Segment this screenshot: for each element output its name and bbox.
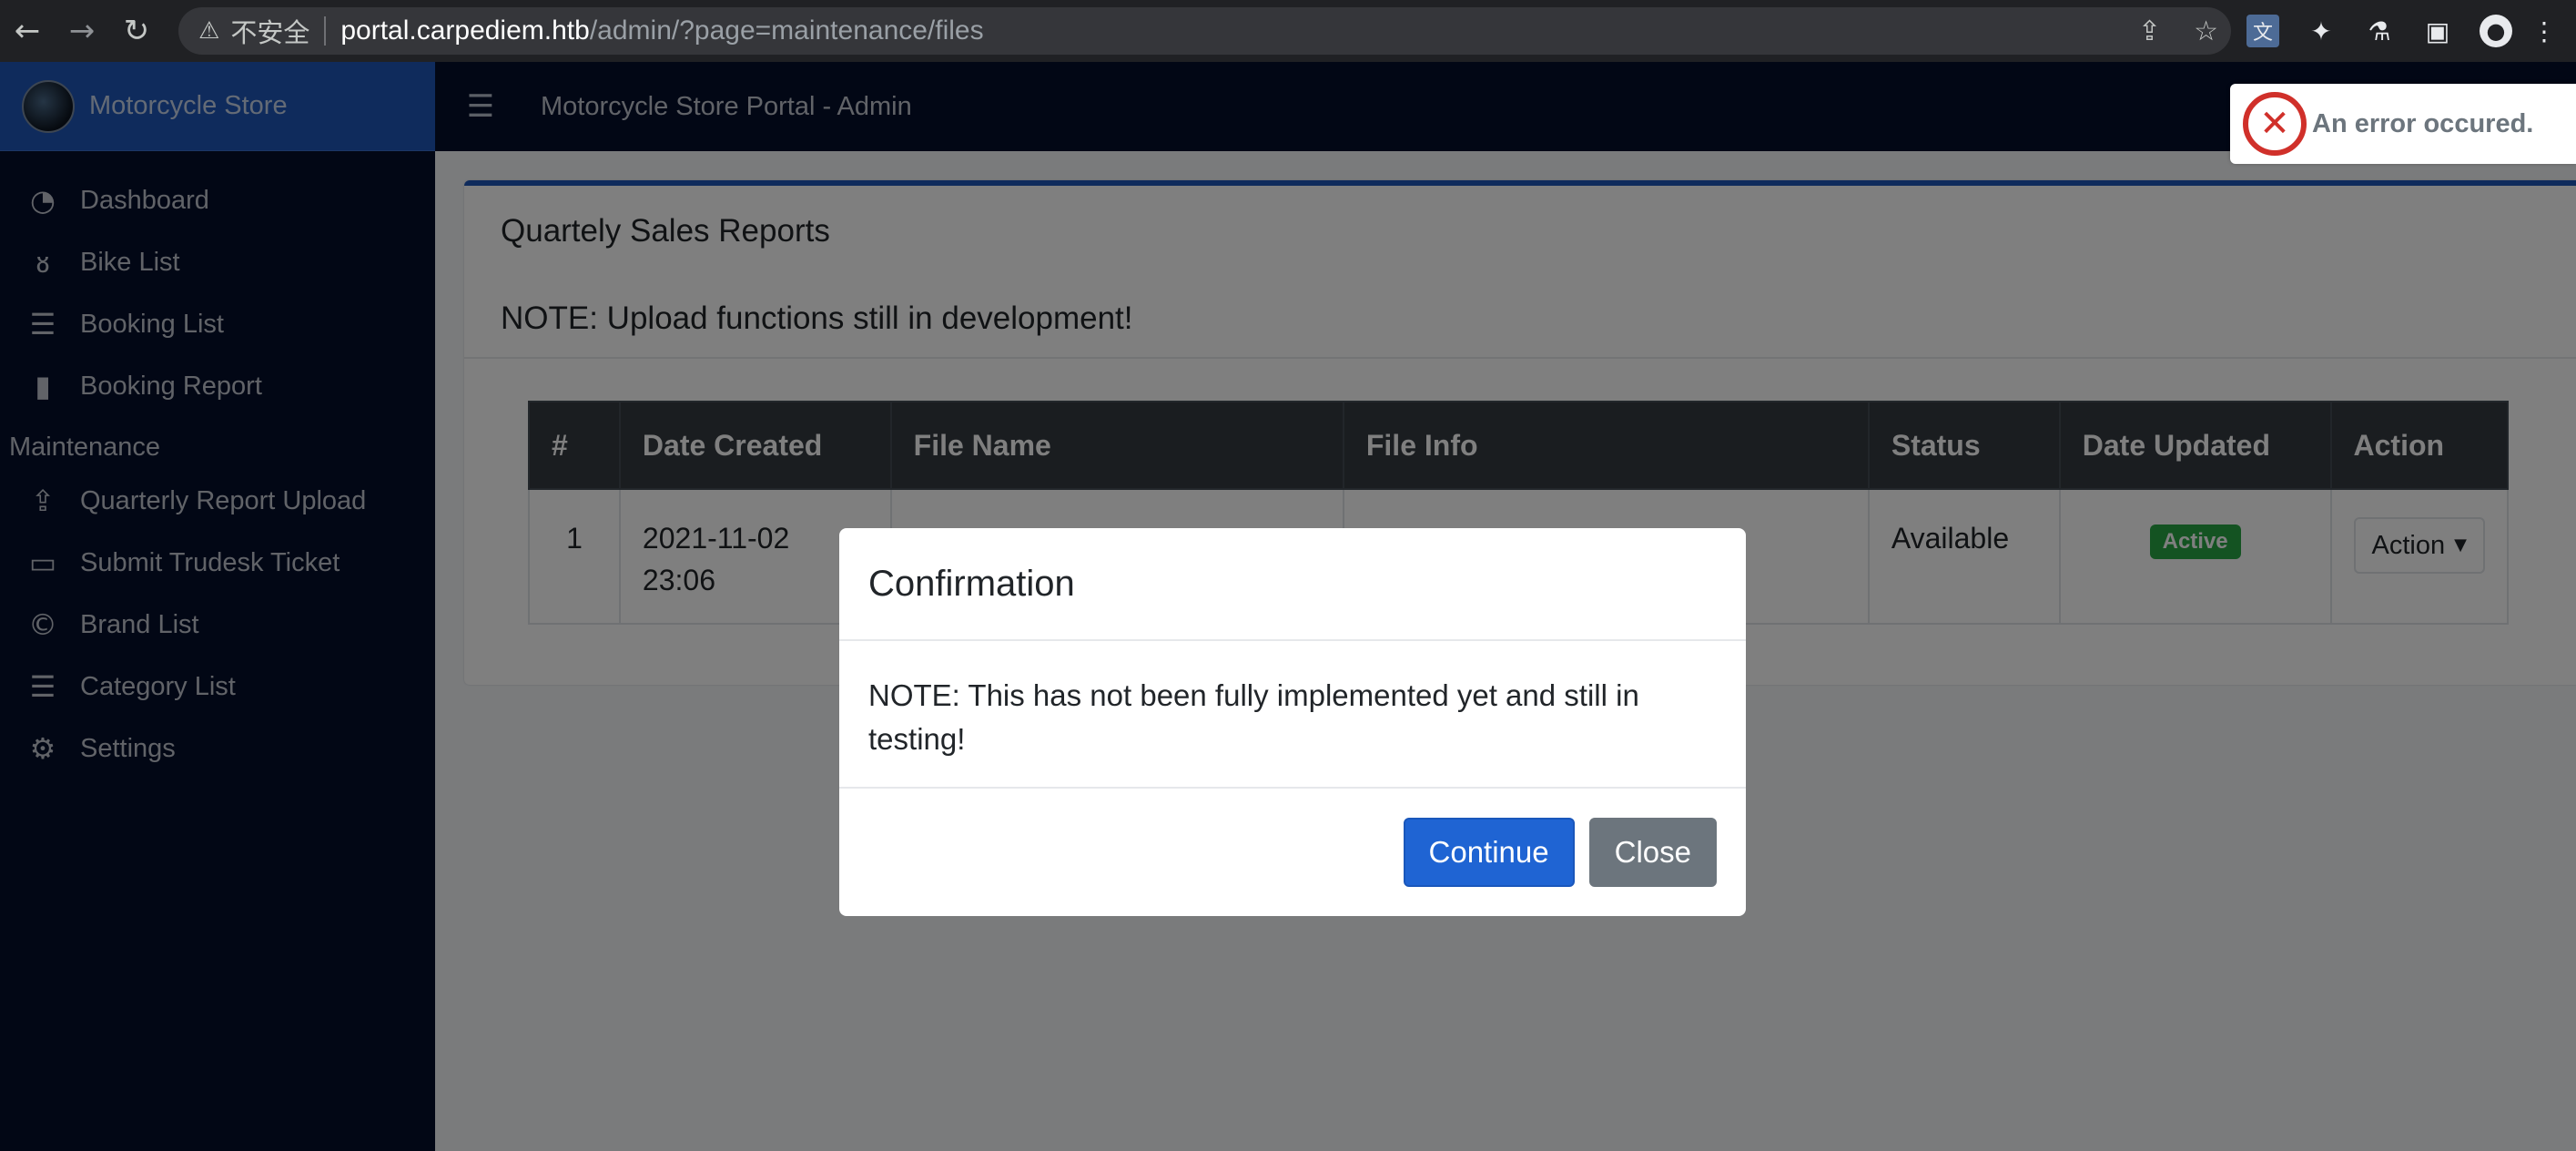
error-toast: ✕ An error occured. (2230, 84, 2576, 164)
extensions-puzzle-icon[interactable]: ✦ (2305, 15, 2338, 47)
url-path[interactable]: /admin/?page=maintenance/files (590, 15, 984, 46)
labs-flask-icon[interactable]: ⚗ (2363, 15, 2396, 47)
forward-arrow-icon[interactable]: → (55, 0, 109, 62)
reload-icon[interactable]: ↻ (109, 0, 164, 62)
continue-button[interactable]: Continue (1403, 818, 1575, 887)
modal-title: Confirmation (839, 528, 1746, 641)
extension-translate-icon[interactable]: 文 (2246, 15, 2279, 47)
side-panel-icon[interactable]: ▣ (2421, 15, 2454, 47)
browser-menu-icon[interactable]: ⋮ (2531, 15, 2557, 47)
profile-avatar-icon[interactable]: ● (2480, 15, 2512, 47)
close-button[interactable]: Close (1588, 818, 1717, 887)
browser-toolbar: ← → ↻ ⚠ 不安全 portal.carpediem.htb/admin/?… (0, 0, 2576, 62)
warning-triangle-icon[interactable]: ⚠ (198, 17, 219, 45)
url-host[interactable]: portal.carpediem.htb (340, 15, 590, 46)
error-circle-icon: ✕ (2243, 92, 2307, 156)
omnibox-separator (324, 16, 327, 46)
insecure-label[interactable]: 不安全 (230, 12, 309, 50)
error-message: An error occured. (2312, 108, 2534, 138)
modal-body-text: NOTE: This has not been fully implemente… (839, 641, 1746, 789)
address-bar[interactable]: ⚠ 不安全 portal.carpediem.htb/admin/?page=m… (178, 7, 2231, 55)
share-icon[interactable]: ⇪ (2138, 15, 2161, 47)
bookmark-star-icon[interactable]: ☆ (2194, 15, 2218, 47)
confirmation-modal: Confirmation NOTE: This has not been ful… (839, 528, 1746, 916)
back-arrow-icon[interactable]: ← (0, 0, 55, 62)
modal-footer: Continue Close (839, 789, 1746, 916)
